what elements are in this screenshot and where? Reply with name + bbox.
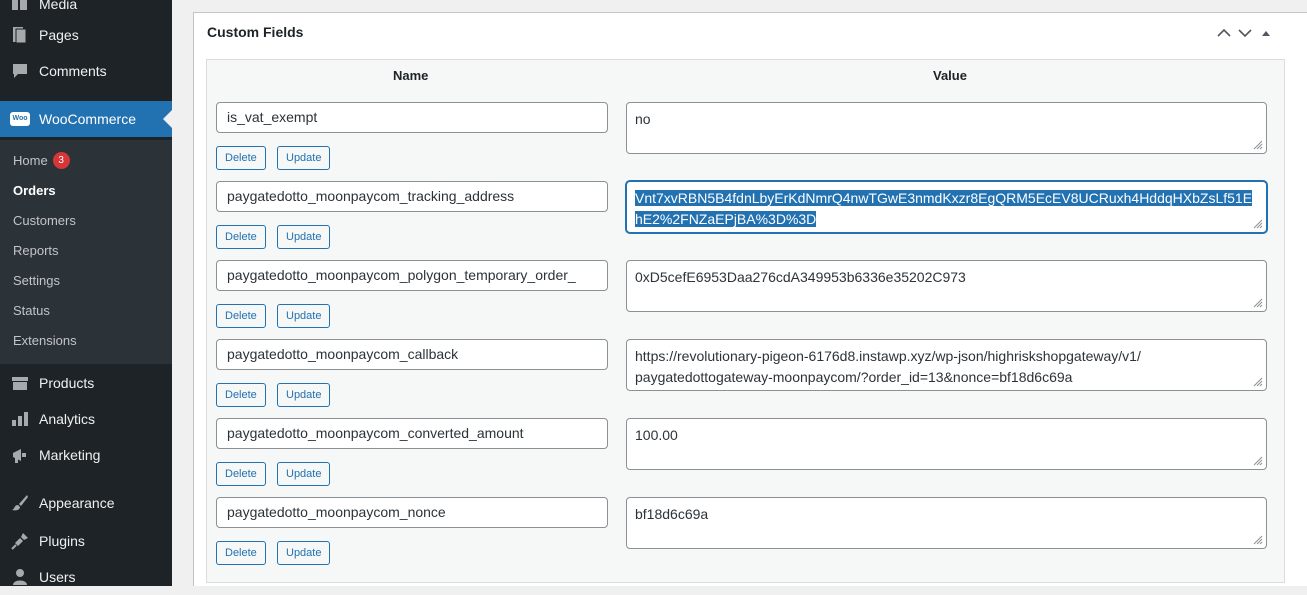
submenu-item-reports[interactable]: Reports — [13, 238, 59, 262]
admin-sidebar: Media Pages Comments Woo WooCommerce Hom… — [0, 0, 172, 586]
submenu-item-settings[interactable]: Settings — [13, 268, 60, 292]
selected-text: hE2%2FNZaEPjBA%3D%3D — [635, 211, 817, 227]
delete-button[interactable]: Delete — [216, 383, 266, 407]
sidebar-item-comments[interactable]: Comments — [0, 53, 172, 89]
meta-key-field[interactable]: is_vat_exempt — [216, 102, 608, 133]
submenu-item-label: Status — [13, 302, 50, 318]
update-button[interactable]: Update — [277, 383, 331, 407]
sidebar-item-analytics[interactable]: Analytics — [0, 401, 172, 437]
meta-value-text: bf18d6c69a — [635, 506, 709, 522]
sidebar-item-label: Plugins — [39, 533, 85, 549]
sidebar-item-woocommerce[interactable]: Woo WooCommerce — [0, 101, 172, 137]
metabox-title: Custom Fields — [207, 24, 304, 40]
meta-value-field[interactable]: bf18d6c69a — [626, 497, 1267, 549]
notification-badge: 3 — [52, 151, 70, 169]
submenu-item-label: Settings — [13, 272, 60, 288]
woocommerce-submenu: Home 3 Orders Customers Reports Settings… — [0, 140, 172, 364]
submenu-item-label: Customers — [13, 212, 76, 228]
submenu-item-label: Orders — [13, 182, 56, 198]
marketing-icon — [10, 445, 30, 465]
analytics-icon — [10, 409, 30, 429]
pages-icon — [10, 25, 30, 45]
update-button[interactable]: Update — [277, 541, 331, 565]
custom-fields-table: Name Value is_vat_exempt no Delete Updat… — [206, 59, 1285, 583]
meta-value-field[interactable]: 0xD5cefE6953Daa276cdA349953b6336e35202C9… — [626, 260, 1267, 312]
resize-grip-icon[interactable] — [1253, 219, 1263, 229]
meta-value-text: paygatedottogateway-moonpaycom/?order_id… — [635, 369, 1073, 385]
move-down-icon[interactable] — [1237, 25, 1253, 41]
resize-grip-icon[interactable] — [1253, 298, 1263, 308]
sidebar-item-pages[interactable]: Pages — [0, 17, 172, 53]
sidebar-item-products[interactable]: Products — [0, 365, 172, 401]
update-button[interactable]: Update — [277, 146, 331, 170]
selected-text: Vnt7xvRBN5B4fdnLbyErKdNmrQ4nwTGwE3nmdKxz… — [635, 190, 1253, 206]
delete-button[interactable]: Delete — [216, 541, 266, 565]
comments-icon — [10, 61, 30, 81]
sidebar-item-label: Products — [39, 375, 95, 391]
sidebar-item-label: Pages — [39, 27, 79, 43]
sidebar-item-plugins[interactable]: Plugins — [0, 523, 172, 559]
meta-key-field[interactable]: paygatedotto_moonpaycom_converted_amount — [216, 418, 608, 449]
media-icon — [10, 0, 30, 14]
submenu-item-label: Extensions — [13, 332, 77, 348]
submenu-item-home[interactable]: Home 3 — [13, 148, 70, 172]
woocommerce-icon: Woo — [10, 109, 30, 129]
sidebar-item-users[interactable]: Users — [0, 559, 172, 595]
sidebar-item-label: WooCommerce — [39, 111, 136, 127]
resize-grip-icon[interactable] — [1253, 456, 1263, 466]
meta-key-field[interactable]: paygatedotto_moonpaycom_polygon_temporar… — [216, 260, 608, 291]
meta-value-text: https://revolutionary-pigeon-6176d8.inst… — [635, 348, 1141, 364]
meta-value-text: 100.00 — [635, 427, 678, 443]
meta-value-text: 0xD5cefE6953Daa276cdA349953b6336e35202C9… — [635, 269, 966, 285]
appearance-icon — [10, 493, 30, 513]
meta-key-field[interactable]: paygatedotto_moonpaycom_nonce — [216, 497, 608, 528]
delete-button[interactable]: Delete — [216, 462, 266, 486]
move-up-icon[interactable] — [1216, 25, 1232, 41]
submenu-item-status[interactable]: Status — [13, 298, 50, 322]
plugins-icon — [10, 531, 30, 551]
submenu-item-extensions[interactable]: Extensions — [13, 328, 77, 352]
meta-value-field[interactable]: 100.00 — [626, 418, 1267, 470]
sidebar-item-label: Comments — [39, 63, 107, 79]
sidebar-item-label: Marketing — [39, 447, 101, 463]
delete-button[interactable]: Delete — [216, 225, 266, 249]
sidebar-item-label: Users — [39, 569, 76, 585]
resize-grip-icon[interactable] — [1253, 535, 1263, 545]
meta-value-field[interactable]: no — [626, 102, 1267, 154]
sidebar-item-label: Analytics — [39, 411, 96, 427]
update-button[interactable]: Update — [277, 225, 331, 249]
submenu-item-customers[interactable]: Customers — [13, 208, 76, 232]
meta-value-field[interactable]: https://revolutionary-pigeon-6176d8.inst… — [626, 339, 1267, 391]
resize-grip-icon[interactable] — [1253, 140, 1263, 150]
sidebar-item-marketing[interactable]: Marketing — [0, 437, 172, 473]
column-header-name: Name — [393, 68, 429, 83]
delete-button[interactable]: Delete — [216, 304, 266, 328]
submenu-item-label: Reports — [13, 242, 59, 258]
resize-grip-icon[interactable] — [1253, 377, 1263, 387]
users-icon — [10, 567, 30, 587]
update-button[interactable]: Update — [277, 304, 331, 328]
update-button[interactable]: Update — [277, 462, 331, 486]
toggle-panel-icon[interactable] — [1258, 25, 1274, 41]
column-header-value: Value — [933, 68, 967, 83]
meta-value-text: no — [635, 111, 651, 127]
sidebar-item-label: Appearance — [39, 495, 115, 511]
custom-fields-metabox: Custom Fields Name Value is_vat_exempt n… — [193, 12, 1307, 586]
submenu-item-orders[interactable]: Orders — [13, 178, 56, 202]
meta-value-field[interactable]: Vnt7xvRBN5B4fdnLbyErKdNmrQ4nwTGwE3nmdKxz… — [626, 181, 1267, 233]
submenu-item-label: Home — [13, 152, 48, 168]
sidebar-item-label: Media — [39, 0, 78, 12]
sidebar-item-appearance[interactable]: Appearance — [0, 485, 172, 521]
meta-key-field[interactable]: paygatedotto_moonpaycom_tracking_address — [216, 181, 608, 212]
products-icon — [10, 373, 30, 393]
meta-key-field[interactable]: paygatedotto_moonpaycom_callback — [216, 339, 608, 370]
delete-button[interactable]: Delete — [216, 146, 266, 170]
